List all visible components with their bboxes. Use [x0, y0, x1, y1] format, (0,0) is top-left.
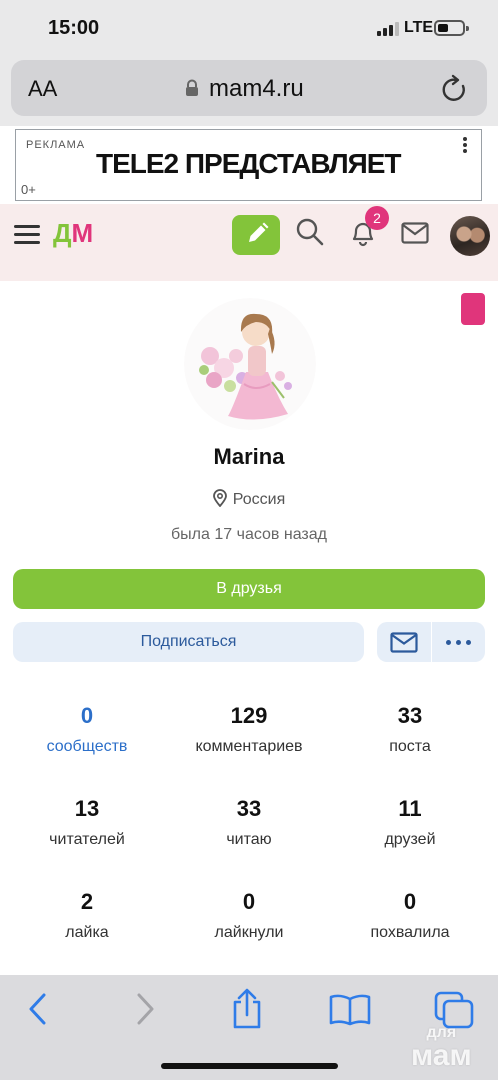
- watermark: для мам: [411, 1024, 472, 1072]
- last-seen: была 17 часов назад: [171, 526, 327, 543]
- profile-avatar: [184, 298, 316, 430]
- notification-badge: 2: [365, 206, 389, 230]
- stat-reading[interactable]: 33 читаю: [169, 796, 329, 849]
- bookmark-icon[interactable]: [461, 293, 485, 325]
- stat-communities[interactable]: 0 сообществ: [7, 703, 167, 756]
- site-header: ДМ 2: [0, 204, 498, 281]
- ad-more-icon[interactable]: [459, 136, 471, 156]
- ad-label: РЕКЛАМА: [26, 139, 86, 151]
- battery-icon: [434, 20, 469, 36]
- ad-age-rating: 0+: [21, 182, 36, 197]
- ad-area: РЕКЛАМА 0+ TELE2 ПРЕДСТАВЛЯЕТ: [0, 126, 498, 204]
- search-icon[interactable]: [296, 217, 324, 247]
- browser-address-area: AA mam4.ru: [0, 56, 498, 126]
- subscribe-button[interactable]: Подписаться: [13, 622, 364, 662]
- status-time: 15:00: [48, 17, 100, 39]
- pencil-icon: [249, 222, 269, 242]
- address-bar[interactable]: AA mam4.ru: [11, 60, 487, 116]
- share-icon[interactable]: [229, 988, 265, 1030]
- message-button[interactable]: [377, 622, 431, 662]
- url-text[interactable]: mam4.ru: [209, 75, 304, 103]
- location-text: Россия: [232, 491, 286, 508]
- home-indicator: [161, 1063, 338, 1069]
- stat-praised[interactable]: 0 похвалила: [330, 889, 490, 942]
- back-icon[interactable]: [26, 992, 50, 1026]
- profile-location: Россия: [0, 489, 498, 509]
- envelope-icon: [390, 632, 418, 653]
- signal-icon: [377, 22, 399, 36]
- text-size-button[interactable]: AA: [28, 76, 57, 102]
- user-avatar[interactable]: [450, 216, 490, 256]
- ad-text: TELE2 ПРЕДСТАВЛЯЕТ: [96, 148, 401, 179]
- profile-name: Marina: [213, 444, 285, 469]
- reload-icon[interactable]: [441, 74, 469, 104]
- new-post-button[interactable]: [232, 215, 280, 255]
- stat-likes[interactable]: 2 лайка: [7, 889, 167, 942]
- status-bar: 15:00 LTE: [0, 0, 498, 56]
- more-actions-button[interactable]: [432, 622, 485, 662]
- site-logo[interactable]: ДМ: [53, 218, 93, 249]
- network-type: LTE: [404, 19, 434, 36]
- stat-readers[interactable]: 13 читателей: [7, 796, 167, 849]
- stat-comments[interactable]: 129 комментариев: [169, 703, 329, 756]
- mail-icon[interactable]: [401, 222, 429, 244]
- stat-liked-by[interactable]: 0 лайкнули: [169, 889, 329, 942]
- menu-icon[interactable]: [14, 225, 40, 245]
- bookmarks-icon[interactable]: [328, 993, 372, 1027]
- ad-banner[interactable]: РЕКЛАМА 0+ TELE2 ПРЕДСТАВЛЯЕТ: [15, 129, 482, 201]
- stat-friends[interactable]: 11 друзей: [330, 796, 490, 849]
- avatar-illustration: [184, 298, 316, 430]
- add-friend-button[interactable]: В друзья: [13, 569, 485, 609]
- location-pin-icon: [212, 489, 227, 507]
- stat-posts[interactable]: 33 поста: [330, 703, 490, 756]
- forward-icon[interactable]: [133, 992, 157, 1026]
- lock-icon: [186, 79, 198, 96]
